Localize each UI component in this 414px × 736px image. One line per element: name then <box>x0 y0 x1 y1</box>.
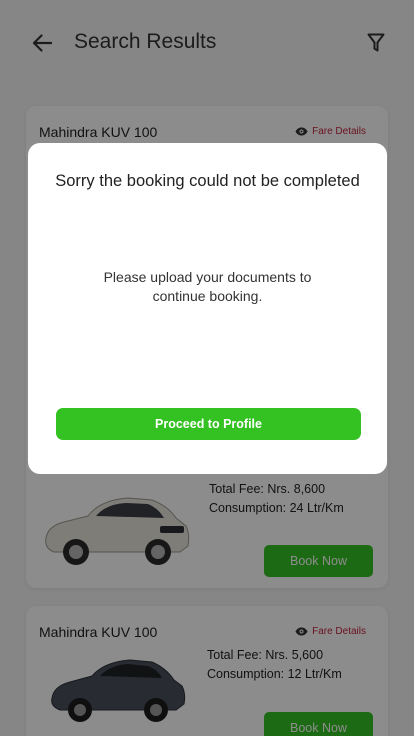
dialog-title: Sorry the booking could not be completed <box>55 172 360 190</box>
proceed-to-profile-button[interactable]: Proceed to Profile <box>56 408 361 440</box>
booking-error-dialog: Sorry the booking could not be completed… <box>28 143 387 474</box>
search-results-screen: Search Results Mahindra KUV 100 Fare Det… <box>0 0 414 736</box>
dialog-message: Please upload your documents to continue… <box>103 269 312 304</box>
